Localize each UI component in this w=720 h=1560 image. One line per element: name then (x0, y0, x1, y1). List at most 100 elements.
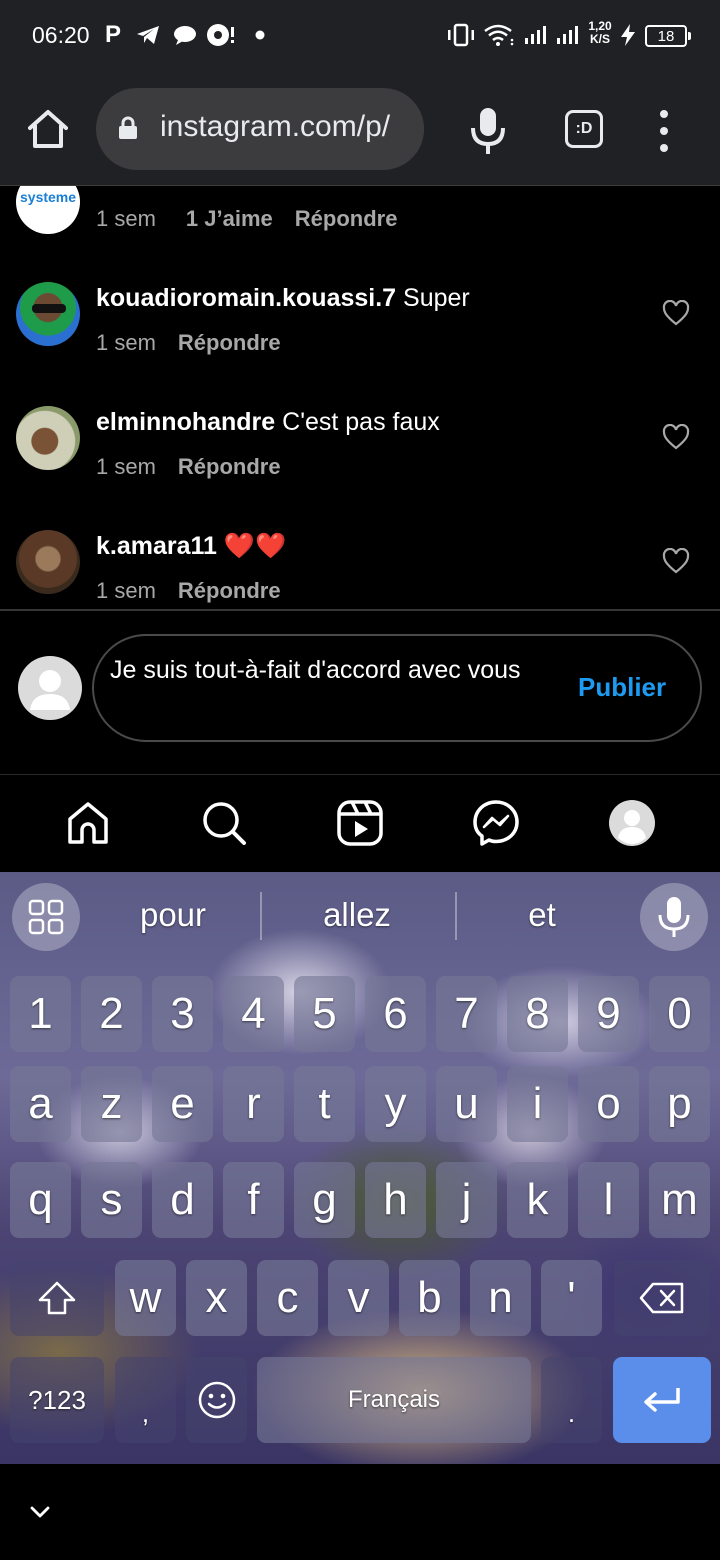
key-k[interactable]: k (507, 1162, 568, 1238)
tabs-button[interactable]: :D (565, 110, 603, 148)
key-1[interactable]: 1 (10, 976, 71, 1052)
comment-input[interactable]: Je suis tout-à-fait d'accord avec vous P… (92, 634, 702, 742)
browser-toolbar: instagram.com/p/ :D (0, 72, 720, 186)
period-key[interactable]: . (541, 1357, 602, 1443)
keyboard-voice-button[interactable] (640, 883, 708, 951)
comment-time: 1 sem (96, 578, 156, 603)
key-s[interactable]: s (81, 1162, 142, 1238)
avatar[interactable] (16, 282, 80, 346)
key-f[interactable]: f (223, 1162, 284, 1238)
key-n[interactable]: n (470, 1260, 531, 1336)
key-t[interactable]: t (294, 1066, 355, 1142)
key-g[interactable]: g (294, 1162, 355, 1238)
key-i[interactable]: i (507, 1066, 568, 1142)
comment-meta: 1 sem 1 J’aime Répondre (96, 206, 397, 232)
publish-button[interactable]: Publier (578, 672, 666, 703)
reply-button[interactable]: Répondre (178, 330, 281, 355)
key-m[interactable]: m (649, 1162, 710, 1238)
key-o[interactable]: o (578, 1066, 639, 1142)
comment-item: elminnohandre C'est pas faux 1 sem Répond… (0, 400, 720, 524)
key-6[interactable]: 6 (365, 976, 426, 1052)
network-speed-unit: K/S (589, 32, 610, 46)
microphone-icon (471, 108, 505, 154)
avatar[interactable]: systeme (16, 186, 80, 234)
reply-button[interactable]: Répondre (178, 578, 281, 603)
suggestion-2[interactable]: allez (272, 896, 442, 934)
avatar-logo-text: systeme (20, 189, 77, 205)
key-j[interactable]: j (436, 1162, 497, 1238)
comment-body: ❤️❤️ (223, 532, 287, 560)
like-heart-icon[interactable] (662, 300, 690, 326)
parking-app-icon: P (104, 21, 121, 48)
voice-search-button[interactable] (468, 106, 508, 156)
reply-button[interactable]: Répondre (295, 206, 398, 231)
battery-indicator: 18 (645, 25, 691, 47)
profile-icon[interactable] (608, 799, 656, 847)
key-x[interactable]: x (186, 1260, 247, 1336)
key-q[interactable]: q (10, 1162, 71, 1238)
notification-dot-icon (252, 20, 268, 50)
key-l[interactable]: l (578, 1162, 639, 1238)
like-heart-icon[interactable] (662, 424, 690, 450)
comment-input-text[interactable]: Je suis tout-à-fait d'accord avec vous (110, 652, 550, 688)
key-8[interactable]: 8 (507, 976, 568, 1052)
comment-username[interactable]: elminnohandre (96, 408, 275, 436)
key-p[interactable]: p (649, 1066, 710, 1142)
messenger-icon[interactable] (472, 799, 520, 847)
suggestion-1[interactable]: pour (88, 896, 258, 934)
like-heart-icon[interactable] (662, 548, 690, 574)
key-9[interactable]: 9 (578, 976, 639, 1052)
comment-meta: 1 sem Répondre (96, 578, 281, 604)
key-5[interactable]: 5 (294, 976, 355, 1052)
keyboard-menu-button[interactable] (12, 883, 80, 951)
comment-likes[interactable]: 1 J’aime (186, 206, 273, 231)
comment-meta: 1 sem Répondre (96, 454, 281, 480)
emoji-icon (198, 1381, 235, 1419)
comment-body: Super (403, 284, 470, 312)
comment-time: 1 sem (96, 454, 156, 479)
key-w[interactable]: w (115, 1260, 176, 1336)
avatar[interactable] (16, 530, 80, 594)
reply-button[interactable]: Répondre (178, 454, 281, 479)
key-r[interactable]: r (223, 1066, 284, 1142)
home-icon[interactable] (64, 799, 112, 847)
key-apostrophe[interactable]: ' (541, 1260, 602, 1336)
key-3[interactable]: 3 (152, 976, 213, 1052)
address-bar[interactable]: instagram.com/p/ (96, 88, 424, 170)
symbols-key[interactable]: ?123 (10, 1357, 104, 1443)
grid-icon (28, 899, 64, 935)
emoji-key[interactable] (186, 1357, 247, 1443)
backspace-key[interactable] (614, 1260, 710, 1336)
enter-key[interactable] (613, 1357, 711, 1443)
key-0[interactable]: 0 (649, 976, 710, 1052)
suggestion-3[interactable]: et (457, 896, 627, 934)
comment-username[interactable]: kouadioromain.kouassi.7 (96, 284, 396, 312)
comment-username[interactable]: k.amara11 (96, 532, 217, 560)
key-d[interactable]: d (152, 1162, 213, 1238)
url-text: instagram.com/p/ (160, 110, 391, 143)
browser-home-button[interactable] (24, 106, 72, 154)
key-u[interactable]: u (436, 1066, 497, 1142)
chevron-down-icon[interactable] (28, 1500, 52, 1524)
key-y[interactable]: y (365, 1066, 426, 1142)
key-2[interactable]: 2 (81, 976, 142, 1052)
comma-key[interactable]: , (115, 1357, 176, 1443)
key-a[interactable]: a (10, 1066, 71, 1142)
comment-item: systeme 1 sem 1 J’aime Répondre (0, 186, 720, 260)
key-c[interactable]: c (257, 1260, 318, 1336)
reels-icon[interactable] (336, 799, 384, 847)
browser-menu-button[interactable] (652, 106, 676, 156)
key-b[interactable]: b (399, 1260, 460, 1336)
charging-icon (618, 20, 638, 50)
default-profile-icon (30, 670, 70, 710)
avatar[interactable] (16, 406, 80, 470)
key-4[interactable]: 4 (223, 976, 284, 1052)
key-v[interactable]: v (328, 1260, 389, 1336)
key-e[interactable]: e (152, 1066, 213, 1142)
shift-key[interactable] (10, 1260, 104, 1336)
key-z[interactable]: z (81, 1066, 142, 1142)
key-7[interactable]: 7 (436, 976, 497, 1052)
search-icon[interactable] (200, 799, 248, 847)
space-bar[interactable]: Français (257, 1357, 531, 1443)
key-h[interactable]: h (365, 1162, 426, 1238)
